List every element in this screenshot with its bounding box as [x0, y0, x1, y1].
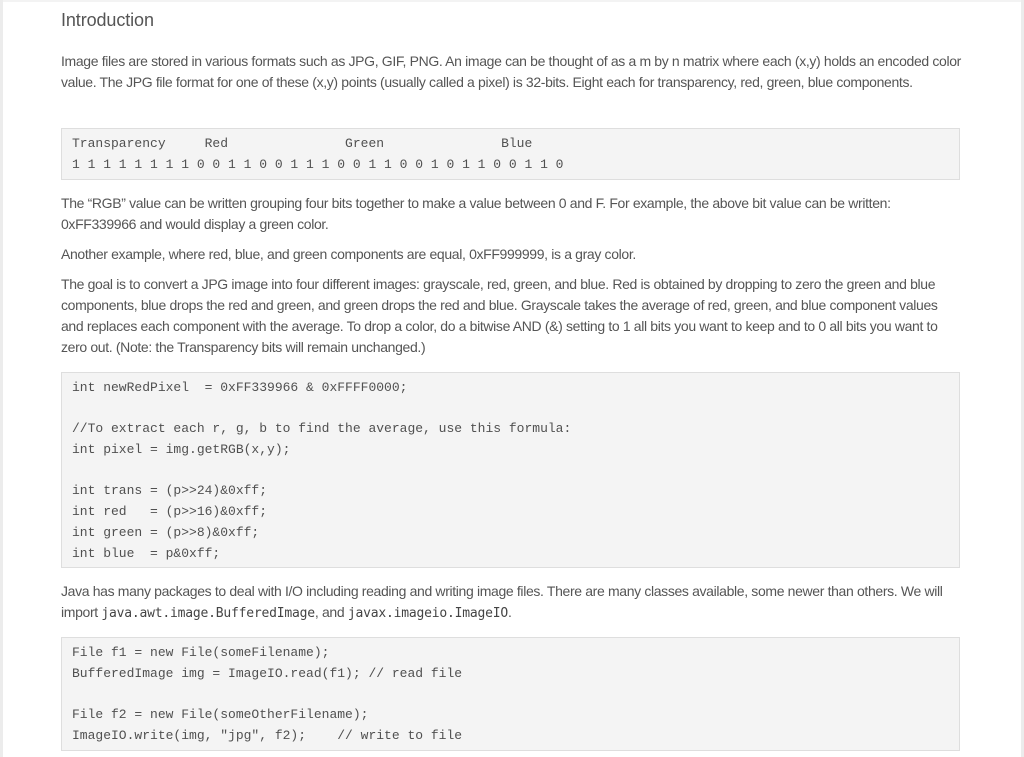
code-line: File f1 = new File(someFilename);	[72, 645, 330, 660]
bit-layout-block: Transparency Red Green Blue 1 1 1 1 1 1 1…	[61, 128, 960, 180]
goal-paragraph: The goal is to convert a JPG image into …	[61, 276, 938, 355]
java-io-text: .	[508, 604, 512, 620]
inline-code-imageio: javax.imageio.ImageIO	[347, 606, 508, 621]
java-io-text: , and	[314, 604, 348, 620]
code-line: int newRedPixel = 0xFF339966 & 0xFFFF000…	[72, 380, 408, 395]
code-block-file-io: File f1 = new File(someFilename); Buffere…	[61, 637, 960, 751]
code-line: int red = (p>>16)&0xff;	[72, 504, 268, 520]
code-line: int trans = (p>>24)&0xff;	[72, 483, 268, 499]
bit-layout-bits: 1 1 1 1 1 1 1 1 0 0 1 1 0 0 1 1 1 0 0 1 …	[72, 156, 564, 172]
section-heading: Introduction	[61, 10, 154, 30]
code-line: BufferedImage img = ImageIO.read(f1); //…	[72, 665, 463, 681]
code-line: int pixel = img.getRGB(x,y);	[72, 442, 291, 458]
intro-paragraph: Image files are stored in various format…	[61, 53, 961, 90]
document-page: Introduction Image files are stored in v…	[0, 0, 1024, 757]
code-line: ImageIO.write(img, "jpg", f2); // write …	[72, 727, 463, 743]
rgb-paragraph: The “RGB” value can be written grouping …	[61, 195, 891, 232]
code-line: int green = (p>>8)&0xff;	[72, 524, 260, 540]
inline-code-bufferedimage: java.awt.image.BufferedImage	[101, 606, 315, 621]
gray-example-paragraph: Another example, where red, blue, and gr…	[61, 246, 636, 262]
top-border	[0, 0, 1024, 2]
code-block-pixel-extraction: int newRedPixel = 0xFF339966 & 0xFFFF000…	[61, 372, 960, 568]
bit-layout-header: Transparency Red Green Blue	[72, 136, 533, 151]
code-line: //To extract each r, g, b to find the av…	[72, 421, 572, 437]
java-io-paragraph: Java has many packages to deal with I/O …	[61, 581, 961, 624]
code-line: int blue = p&0xff;	[72, 545, 221, 561]
left-border	[0, 0, 3, 757]
code-line: File f2 = new File(someOtherFilename);	[72, 707, 369, 723]
